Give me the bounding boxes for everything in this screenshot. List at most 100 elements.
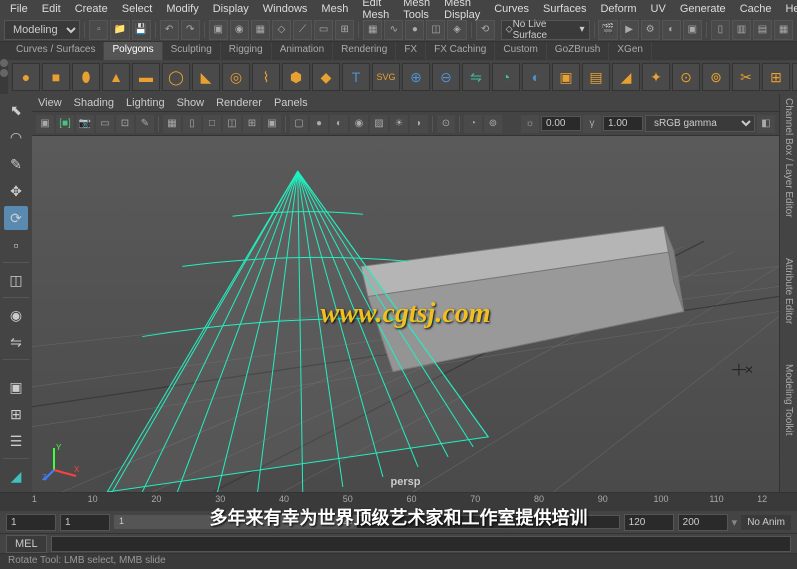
channel-box-tab[interactable]: Channel Box / Layer Editor (783, 98, 794, 218)
exposure-field[interactable] (541, 116, 581, 131)
select-tool[interactable]: ⬉ (4, 98, 28, 122)
range-menu-icon[interactable]: ▾ (732, 516, 738, 529)
snap-plane-button[interactable]: ◫ (426, 20, 445, 40)
menu-file[interactable]: File (4, 1, 34, 17)
panel-menu-renderer[interactable]: Renderer (216, 97, 262, 109)
select-camera-button[interactable]: ▣ (36, 115, 54, 133)
field-chart-toggle[interactable]: ⊞ (243, 115, 261, 133)
shelf-selector[interactable] (0, 42, 8, 94)
poly-target-weld-icon[interactable]: ⊚ (702, 63, 730, 91)
poly-offset-edge-icon[interactable]: ⊟ (792, 63, 797, 91)
hypershade-button[interactable]: ◐ (662, 20, 681, 40)
panel-menu-shading[interactable]: Shading (74, 97, 114, 109)
menu-mesh[interactable]: Mesh (315, 1, 354, 17)
select-hierarchy-button[interactable]: ▣ (209, 20, 228, 40)
menu-cache[interactable]: Cache (734, 1, 778, 17)
symmetry-tool[interactable]: ⇋ (4, 330, 28, 354)
xray-button[interactable]: ◔ (464, 115, 482, 133)
poly-boolean-icon[interactable]: ◐ (522, 63, 550, 91)
snap-curve-button[interactable]: ∿ (384, 20, 403, 40)
poly-combine-icon[interactable]: ⊕ (402, 63, 430, 91)
resolution-gate-toggle[interactable]: □ (203, 115, 221, 133)
poly-cylinder-icon[interactable]: ⬮ (72, 63, 100, 91)
render-button[interactable]: 🎬 (598, 20, 617, 40)
move-tool[interactable]: ✥ (4, 179, 28, 203)
range-start-field[interactable] (6, 514, 56, 531)
lasso-tool[interactable]: ◠ (4, 125, 28, 149)
panel-menu-show[interactable]: Show (177, 97, 205, 109)
poly-mirror-icon[interactable]: ⇋ (462, 63, 490, 91)
anim-layer-dropdown[interactable]: No Anim (741, 515, 791, 530)
poly-extrude-icon[interactable]: ▣ (552, 63, 580, 91)
film-gate-toggle[interactable]: ▯ (183, 115, 201, 133)
select-object-button[interactable]: ◉ (230, 20, 249, 40)
playback-end-field[interactable] (624, 514, 674, 531)
menu-create[interactable]: Create (69, 1, 114, 17)
render-view-button[interactable]: ▣ (683, 20, 702, 40)
panel-menu-panels[interactable]: Panels (274, 97, 308, 109)
menu-curves[interactable]: Curves (488, 1, 535, 17)
snap-point-button[interactable]: ● (405, 20, 424, 40)
menu-surfaces[interactable]: Surfaces (537, 1, 592, 17)
menu-edit[interactable]: Edit (36, 1, 67, 17)
poly-merge-icon[interactable]: ⊙ (672, 63, 700, 91)
poly-sphere-icon[interactable]: ● (12, 63, 40, 91)
menu-generate[interactable]: Generate (674, 1, 732, 17)
menu-modify[interactable]: Modify (160, 1, 204, 17)
modeling-toolkit-tab[interactable]: Modeling Toolkit (783, 364, 794, 436)
poly-pyramid-icon[interactable]: ◣ (192, 63, 220, 91)
xray-joints-button[interactable]: ⊚ (484, 115, 502, 133)
snap-live-button[interactable]: ◈ (447, 20, 466, 40)
poly-torus-icon[interactable]: ◯ (162, 63, 190, 91)
panel-layout-4[interactable]: ▦ (774, 20, 793, 40)
shelf-tab-custom[interactable]: Custom (495, 42, 546, 60)
save-scene-button[interactable]: 💾 (132, 20, 151, 40)
shelf-tab-fx[interactable]: FX (396, 42, 426, 60)
open-scene-button[interactable]: 📁 (110, 20, 129, 40)
shelf-tab-polygons[interactable]: Polygons (104, 42, 162, 60)
select-uv-button[interactable]: ⊞ (335, 20, 354, 40)
attribute-editor-tab[interactable]: Attribute Editor (783, 258, 794, 324)
select-vertex-button[interactable]: ◇ (272, 20, 291, 40)
perspective-layout[interactable]: ▣ (4, 375, 28, 399)
snap-grid-button[interactable]: ▦ (363, 20, 382, 40)
select-face-button[interactable]: ▭ (314, 20, 333, 40)
poly-pipe-icon[interactable]: ◎ (222, 63, 250, 91)
shelf-tab-animation[interactable]: Animation (272, 42, 333, 60)
menu-deform[interactable]: Deform (594, 1, 642, 17)
shelf-tab-gozbrush[interactable]: GoZBrush (547, 42, 610, 60)
poly-cone-icon[interactable]: ▲ (102, 63, 130, 91)
select-edge-button[interactable]: ⟋ (293, 20, 312, 40)
shelf-tab-rendering[interactable]: Rendering (333, 42, 396, 60)
panel-layout-1[interactable]: ▯ (711, 20, 730, 40)
panel-menu-view[interactable]: View (38, 97, 62, 109)
panel-layout-3[interactable]: ▤ (753, 20, 772, 40)
bookmark-button[interactable]: 📷 (76, 115, 94, 133)
soft-select-tool[interactable]: ◉ (4, 303, 28, 327)
scale-tool[interactable]: ▫ (4, 233, 28, 257)
poly-type-icon[interactable]: T (342, 63, 370, 91)
outliner-button[interactable]: ☰ (4, 429, 28, 453)
grid-toggle[interactable]: ▦ (163, 115, 181, 133)
last-tool[interactable]: ◫ (4, 268, 28, 292)
gamma-icon[interactable]: γ (583, 115, 601, 133)
render-settings-button[interactable]: ⚙ (641, 20, 660, 40)
shelf-tab-sculpting[interactable]: Sculpting (163, 42, 221, 60)
poly-bridge-icon[interactable]: ▤ (582, 63, 610, 91)
exposure-icon[interactable]: ☼ (521, 115, 539, 133)
view-transform-button[interactable]: ◧ (757, 115, 775, 133)
poly-plane-icon[interactable]: ▬ (132, 63, 160, 91)
module-selector[interactable]: Modeling (4, 20, 80, 40)
wireframe-button[interactable]: ▢ (290, 115, 308, 133)
shelf-tab-xgen[interactable]: XGen (609, 42, 652, 60)
menu-uv[interactable]: UV (645, 1, 672, 17)
redo-button[interactable]: ↷ (181, 20, 200, 40)
construction-history-button[interactable]: ⟲ (476, 20, 495, 40)
poly-soccer-icon[interactable]: ⬢ (282, 63, 310, 91)
poly-insert-edge-icon[interactable]: ⊞ (762, 63, 790, 91)
gamma-field[interactable] (603, 116, 643, 131)
camera-attributes-button[interactable]: [■] (56, 115, 74, 133)
poly-svg-icon[interactable]: SVG (372, 63, 400, 91)
shelf-tab-rigging[interactable]: Rigging (221, 42, 272, 60)
poly-multicut-icon[interactable]: ✂ (732, 63, 760, 91)
